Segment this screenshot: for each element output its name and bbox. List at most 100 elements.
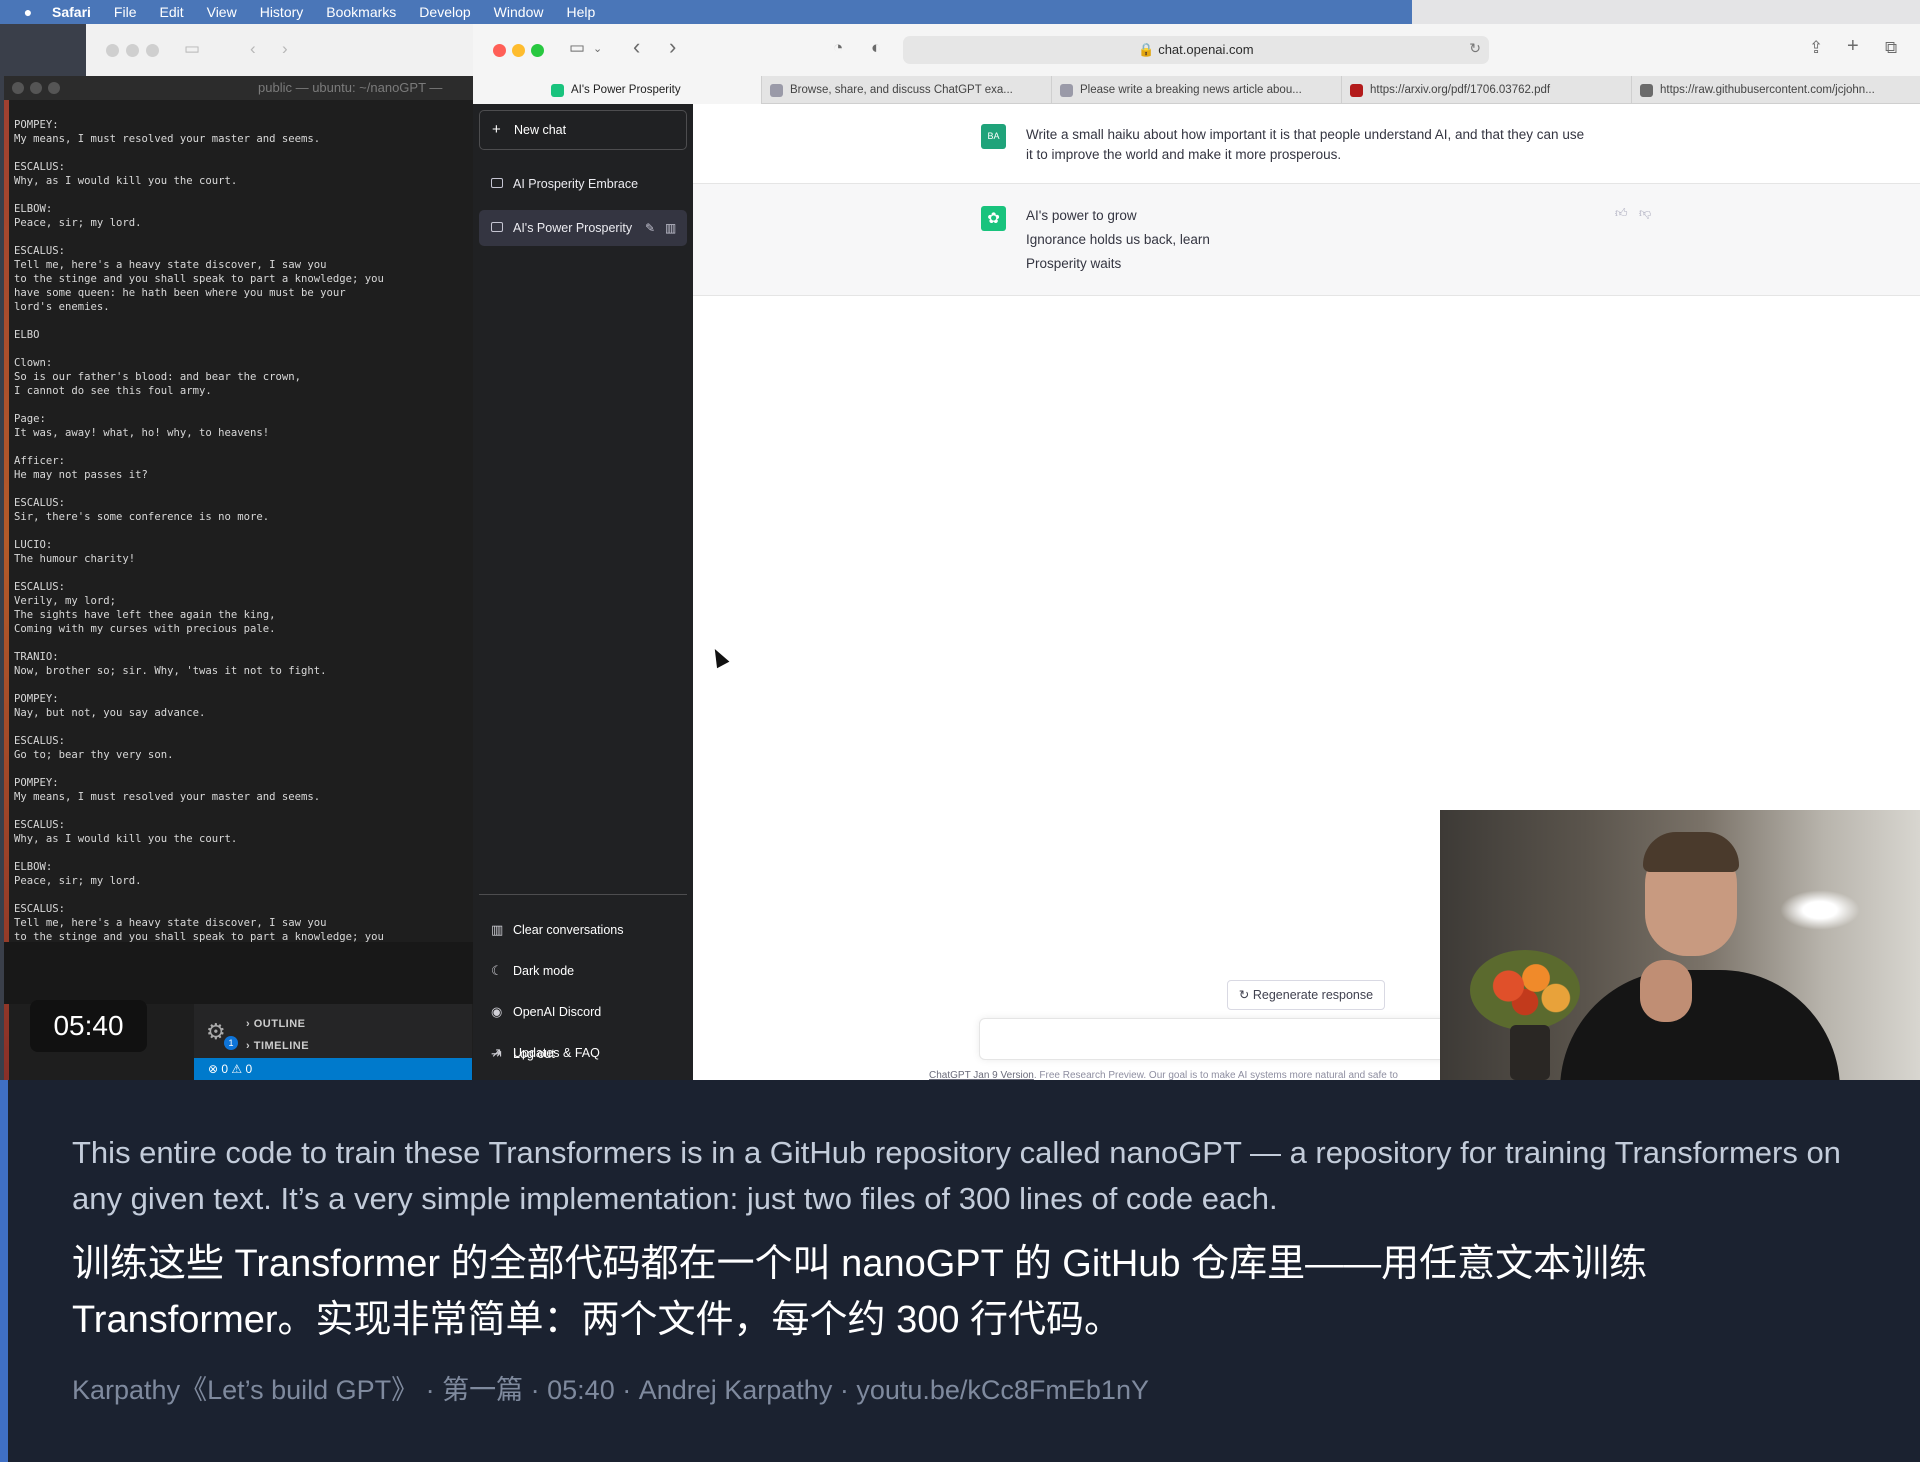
tab-overview-icon[interactable]: ⧉ (1885, 38, 1897, 58)
edit-icon[interactable]: ✎ (645, 210, 655, 246)
menu-bookmarks[interactable]: Bookmarks (326, 4, 396, 20)
trash-icon[interactable]: ▥ (665, 210, 676, 246)
back-icon[interactable]: ‹ (250, 39, 256, 59)
close-icon[interactable] (106, 44, 119, 57)
haiku-line-1: AI's power to grow (1026, 208, 1137, 223)
assistant-message: ✿ AI's power to grow Ignorance holds us … (693, 184, 1920, 296)
menu-help[interactable]: Help (566, 4, 595, 20)
terminal-line: ESCALUS: (14, 903, 66, 915)
vscode-status-bar[interactable]: ⊗ 0 ⚠ 0 (194, 1058, 472, 1080)
back-icon[interactable]: ‹ (633, 34, 640, 60)
tab-chatgpt-examples[interactable]: Browse, share, and discuss ChatGPT exa..… (761, 76, 1051, 104)
terminal-line: lord's enemies. (14, 301, 110, 313)
thumbs-up-icon[interactable]: 👍︎ (1615, 206, 1628, 221)
chat-bubble-icon (491, 222, 503, 232)
terminal-line: Why, as I would kill you the court. (14, 175, 238, 187)
shield-icon[interactable]: ◐ (871, 38, 881, 58)
zoom-icon[interactable] (146, 44, 159, 57)
openai-logo-icon: ✿ (981, 206, 1006, 231)
zoom-icon[interactable] (48, 82, 60, 94)
tab-raw-github[interactable]: https://raw.githubusercontent.com/jcjohn… (1631, 76, 1920, 104)
terminal-line: ESCALUS: (14, 497, 66, 509)
address-bar[interactable]: 🔒 chat.openai.com ↻ (903, 36, 1489, 64)
clear-conversations-label: Clear conversations (513, 923, 624, 937)
refresh-icon: ↻ (1238, 988, 1250, 1002)
safari-toolbar: ▭ ⌄ ‹ › ◔ ◐ 🔒 chat.openai.com ↻ ⇪ + ⧉ (473, 24, 1920, 76)
subtitle-chinese: 训练这些 Transformer 的全部代码都在一个叫 nanoGPT 的 Gi… (72, 1243, 1648, 1341)
menu-history[interactable]: History (260, 4, 304, 20)
menu-app[interactable]: Safari (52, 4, 91, 20)
new-tab-icon[interactable]: + (1847, 35, 1859, 58)
terminal-line: LUCIO: (14, 539, 53, 551)
terminal-output[interactable]: POMPEY: My means, I must resolved your ma… (9, 118, 476, 1070)
user-message-text: Write a small haiku about how important … (1026, 127, 1585, 162)
terminal-line: He may not passes it? (14, 469, 148, 481)
flowers (1470, 950, 1580, 1030)
sidebar-icon[interactable]: ▭ (184, 39, 200, 59)
close-icon[interactable] (12, 82, 24, 94)
apple-icon[interactable]: ● (18, 4, 38, 20)
password-icon[interactable]: ◔ (833, 38, 843, 58)
minimize-icon[interactable] (30, 82, 42, 94)
chatgpt-favicon-icon (551, 84, 564, 97)
new-chat-button[interactable]: + New chat (479, 110, 687, 150)
forward-icon[interactable]: › (669, 34, 676, 60)
menu-view[interactable]: View (207, 4, 237, 20)
menu-edit[interactable]: Edit (159, 4, 183, 20)
zoom-icon[interactable] (531, 44, 544, 57)
tab-label: AI's Power Prosperity (571, 84, 681, 96)
tab-ai-power-prosperity[interactable]: AI's Power Prosperity (473, 76, 761, 104)
terminal-line: Coming with my curses with precious pale… (14, 623, 276, 635)
discord-icon: ◉ (491, 1004, 503, 1019)
minimize-icon[interactable] (512, 44, 525, 57)
forward-icon[interactable]: › (282, 39, 288, 59)
terminal-line: to the stinge and you shall speak to par… (14, 273, 384, 285)
arxiv-favicon-icon (1350, 84, 1363, 97)
tab-breaking-news[interactable]: Please write a breaking news article abo… (1051, 76, 1341, 104)
terminal-line: ESCALUS: (14, 581, 66, 593)
reload-icon[interactable]: ↻ (1469, 40, 1481, 57)
subtitle-meta: Karpathy《Let’s build GPT》 · 第一篇 · 05:40 … (72, 1375, 1149, 1405)
user-message: BA Write a small haiku about how importa… (693, 104, 1920, 184)
site-favicon-icon (1640, 84, 1653, 97)
close-icon[interactable] (493, 44, 506, 57)
clear-conversations-button[interactable]: ▥ Clear conversations (479, 912, 687, 948)
tab-arxiv-pdf[interactable]: https://arxiv.org/pdf/1706.03762.pdf (1341, 76, 1631, 104)
discord-link[interactable]: ◉ OpenAI Discord (479, 994, 687, 1030)
conversation-ais-power-prosperity[interactable]: AI's Power Prosperity ✎ ▥ (479, 210, 687, 246)
outline-section[interactable]: › OUTLINE (246, 1018, 306, 1030)
sidebar-toggle-icon[interactable]: ▭ (569, 38, 585, 58)
conversation-ai-prosperity-embrace[interactable]: AI Prosperity Embrace (479, 166, 687, 202)
menu-window[interactable]: Window (494, 4, 544, 20)
terminal-window[interactable]: public — ubuntu: ~/nanoGPT — POMPEY: My m… (4, 76, 476, 1080)
conversation-label: AI's Power Prosperity (513, 221, 633, 235)
menu-develop[interactable]: Develop (419, 4, 470, 20)
terminal-line: My means, I must resolved your master an… (14, 791, 321, 803)
url-value: chat.openai.com (1158, 42, 1254, 57)
chevron-down-icon[interactable]: ⌄ (593, 42, 602, 55)
terminal-line: ESCALUS: (14, 245, 66, 257)
menu-file[interactable]: File (114, 4, 137, 20)
user-avatar: BA (981, 124, 1006, 149)
terminal-line: Why, as I would kill you the court. (14, 833, 238, 845)
version-link[interactable]: ChatGPT Jan 9 Version (929, 1070, 1034, 1080)
site-favicon-icon (770, 84, 783, 97)
log-out-item[interactable]: ⇥ Log out (479, 1036, 687, 1072)
share-icon[interactable]: ⇪ (1809, 38, 1823, 58)
terminal-line: Peace, sir; my lord. (14, 875, 142, 887)
terminal-title-bar: public — ubuntu: ~/nanoGPT — (4, 76, 476, 100)
terminal-line: Go to; bear thy very son. (14, 749, 174, 761)
dark-mode-button[interactable]: ☾ Dark mode (479, 953, 687, 989)
terminal-line: TRANIO: (14, 651, 59, 663)
minimize-icon[interactable] (126, 44, 139, 57)
thumbs-down-icon[interactable]: 👎︎ (1639, 206, 1651, 221)
timeline-section[interactable]: › TIMELINE (246, 1040, 309, 1052)
terminal-line: ESCALUS: (14, 819, 66, 831)
regenerate-response-button[interactable]: ↻ Regenerate response (1227, 980, 1385, 1010)
terminal-line: ELBOW: (14, 203, 53, 215)
